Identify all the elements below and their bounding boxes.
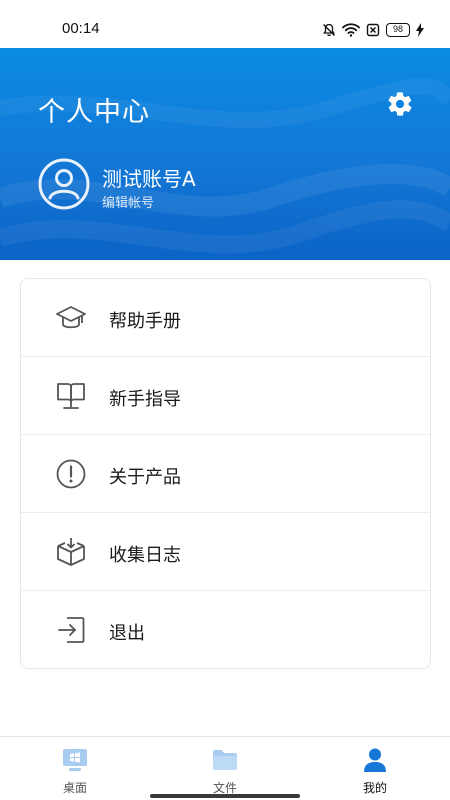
status-time: 00:14 (62, 20, 100, 37)
menu-item-label: 退出 (109, 623, 145, 644)
nav-item-files[interactable]: 文件 (150, 737, 300, 800)
bottom-nav: 桌面 文件 我的 (0, 736, 450, 800)
profile-header: 个人中心 测试账号A 编辑帐号 (0, 48, 450, 260)
menu-item-about-product[interactable]: 关于产品 (21, 435, 430, 513)
avatar[interactable] (38, 158, 90, 210)
menu-item-beginner-guide[interactable]: 新手指导 (21, 357, 430, 435)
charging-icon (416, 23, 424, 37)
open-book-monitor-icon (57, 383, 85, 409)
status-bar: 00:14 98 (0, 0, 450, 48)
account-name: 测试账号A (102, 167, 196, 191)
wifi-icon (342, 23, 360, 37)
user-avatar-icon (38, 158, 90, 210)
header-wave-pattern (0, 78, 450, 254)
nav-item-desktop[interactable]: 桌面 (0, 737, 150, 800)
menu-item-logout[interactable]: 退出 (21, 591, 430, 668)
folder-icon (213, 750, 237, 770)
menu-item-collect-logs[interactable]: 收集日志 (21, 513, 430, 591)
exit-icon (58, 617, 85, 643)
battery-level: 98 (392, 24, 403, 34)
menu-item-label: 新手指导 (109, 389, 181, 410)
edit-account-link[interactable]: 编辑帐号 (102, 192, 154, 211)
nav-label: 我的 (362, 781, 387, 795)
settings-button[interactable] (386, 90, 414, 118)
graduation-cap-icon (56, 306, 86, 329)
page-title: 个人中心 (38, 97, 150, 128)
no-sim-icon (366, 23, 380, 37)
menu-card: 帮助手册 新手指导 关于产品 收集日志 退出 (20, 278, 431, 669)
nav-item-mine[interactable]: 我的 (300, 737, 450, 800)
person-icon (364, 748, 386, 772)
menu-item-help-manual[interactable]: 帮助手册 (21, 279, 430, 357)
mute-icon (323, 23, 335, 37)
status-icons: 98 (322, 20, 424, 40)
gear-icon (388, 92, 412, 116)
battery-icon: 98 (386, 23, 410, 37)
exclamation-circle-icon (56, 459, 86, 489)
menu-item-label: 收集日志 (109, 545, 181, 566)
home-indicator[interactable] (150, 794, 300, 798)
desktop-icon (63, 749, 87, 771)
menu-item-label: 帮助手册 (109, 311, 181, 332)
menu-item-label: 关于产品 (109, 467, 181, 488)
box-download-icon (57, 538, 85, 566)
nav-label: 桌面 (62, 781, 87, 795)
